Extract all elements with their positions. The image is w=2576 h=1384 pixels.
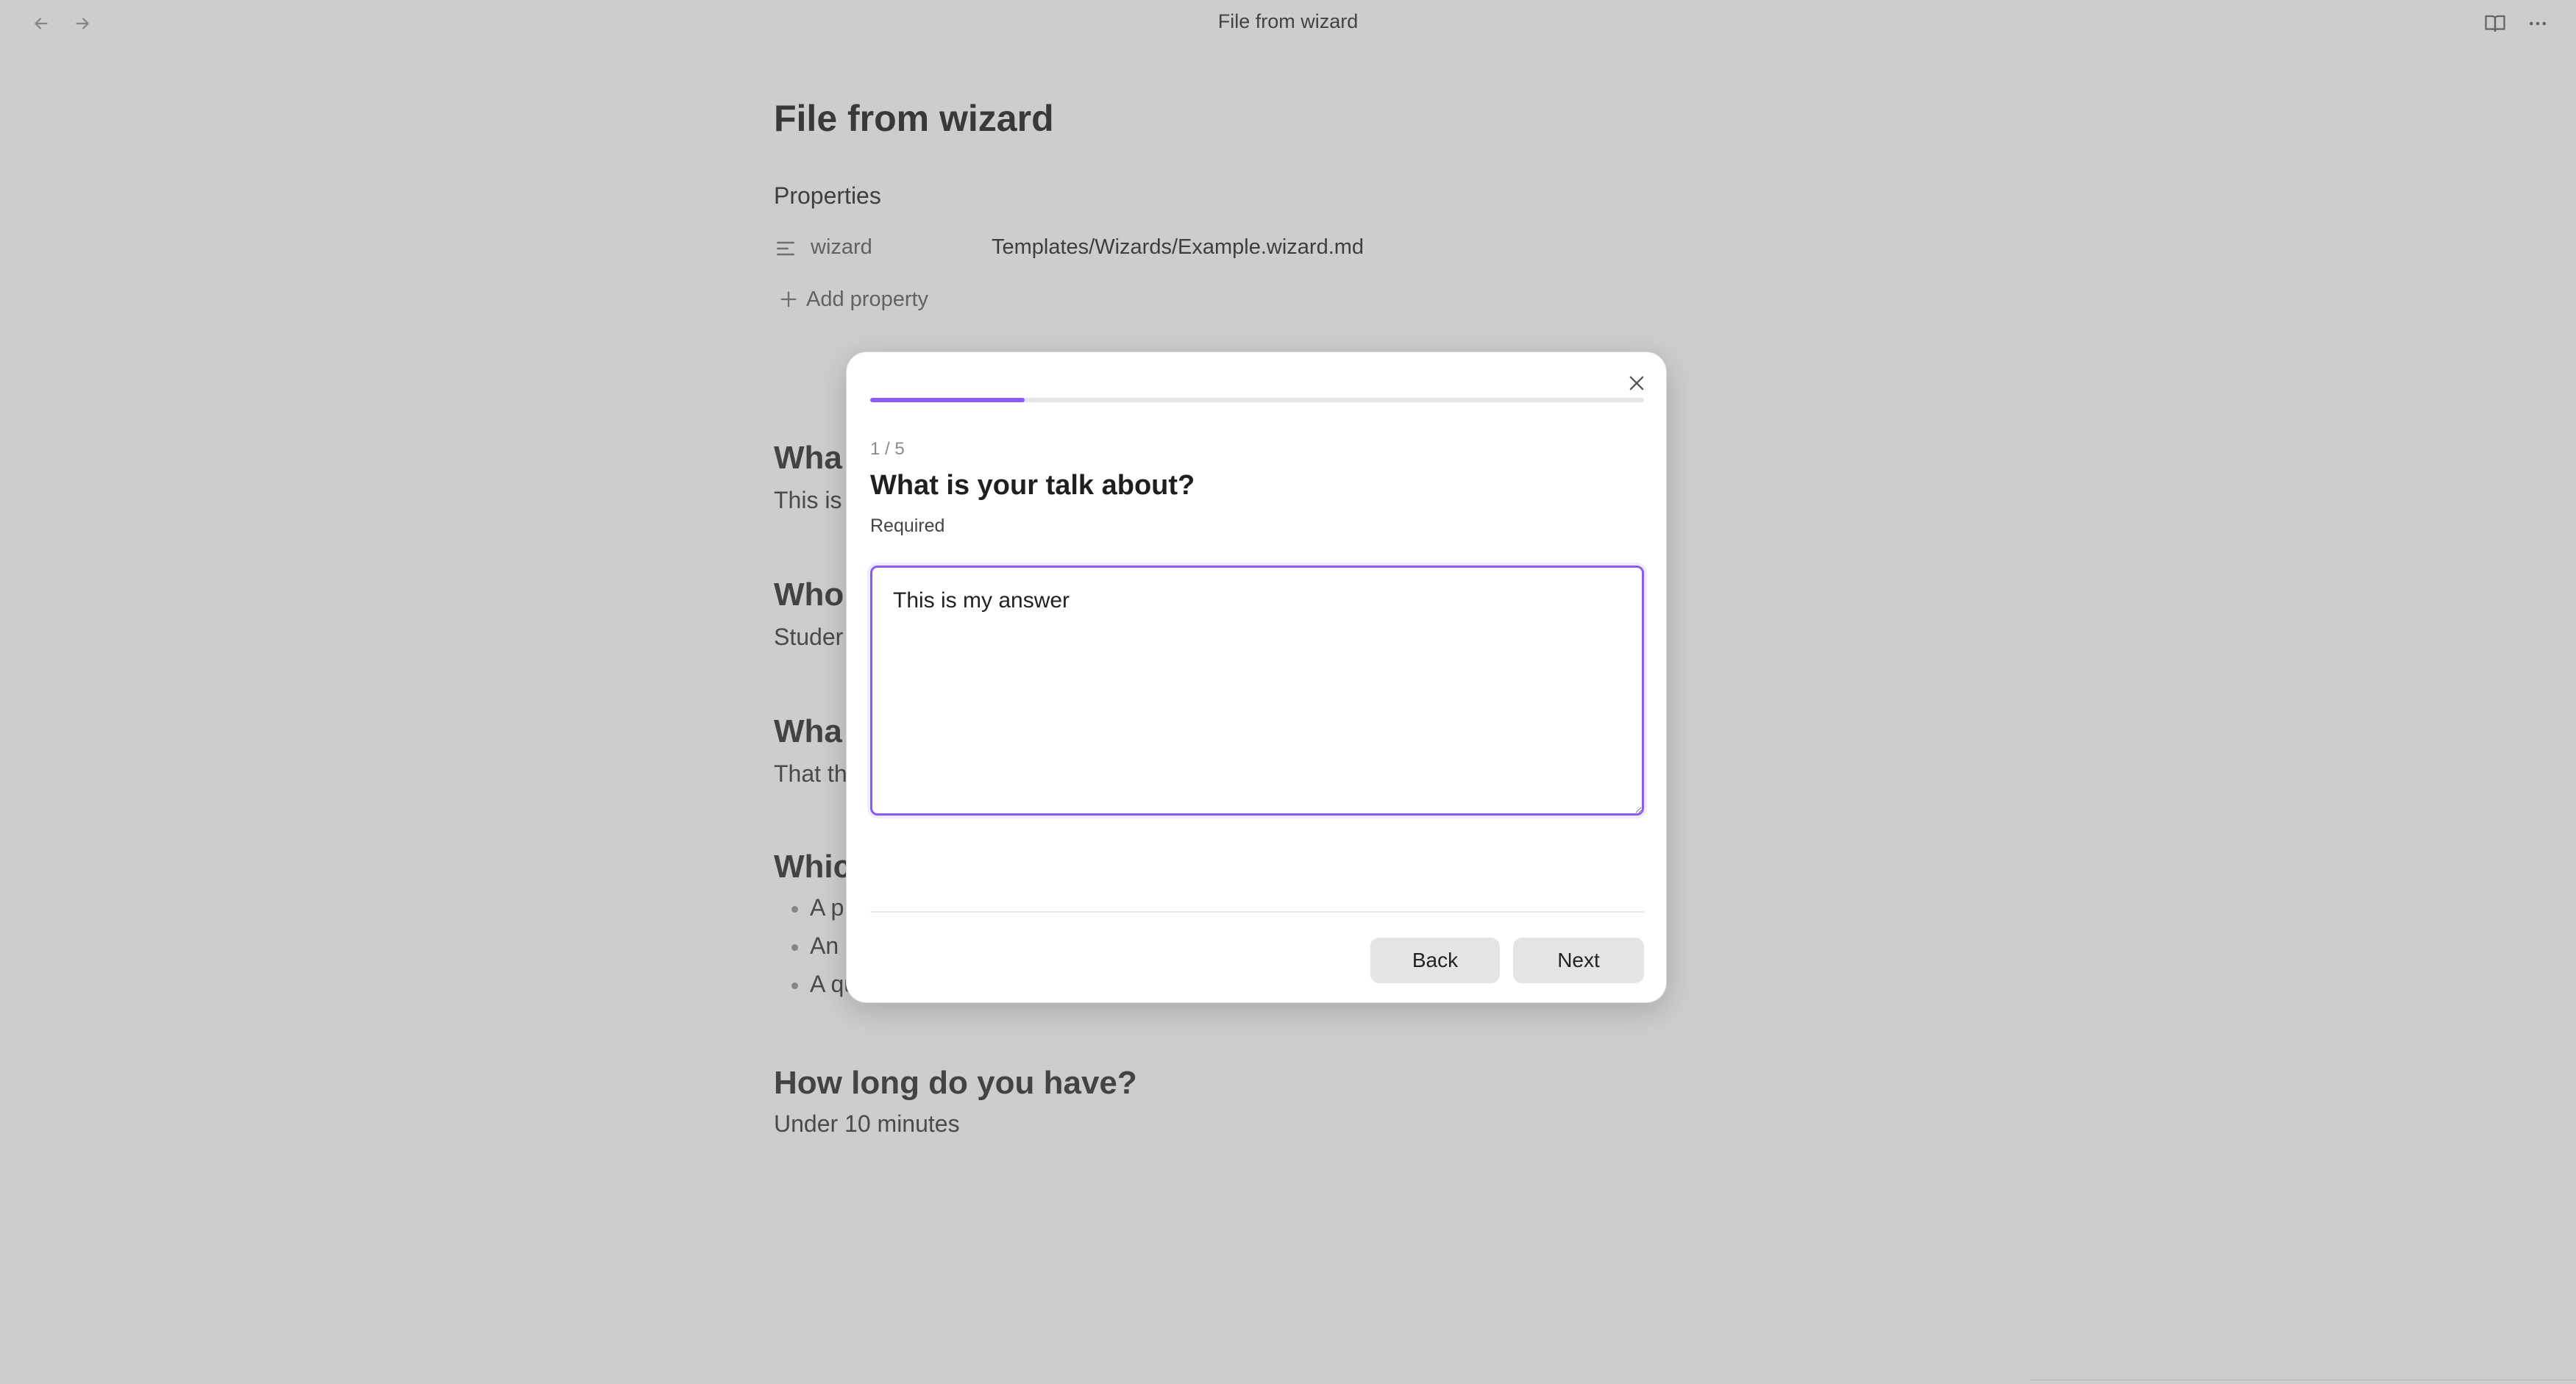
required-label: Required (870, 516, 945, 536)
question-title: What is your talk about? (870, 470, 1195, 501)
modal-divider (870, 911, 1644, 913)
close-icon (1629, 376, 1644, 390)
progress-fill (870, 398, 1025, 402)
next-button[interactable]: Next (1513, 938, 1644, 983)
back-button[interactable]: Back (1370, 938, 1500, 983)
answer-textarea[interactable]: This is my answer (870, 566, 1644, 816)
app-window: File from wizard File from wizard Proper… (0, 0, 2576, 1384)
progress-bar (870, 398, 1644, 402)
wizard-modal: 1 / 5 What is your talk about? Required … (846, 352, 1667, 1003)
close-button[interactable] (1622, 368, 1651, 398)
step-counter: 1 / 5 (870, 439, 905, 459)
